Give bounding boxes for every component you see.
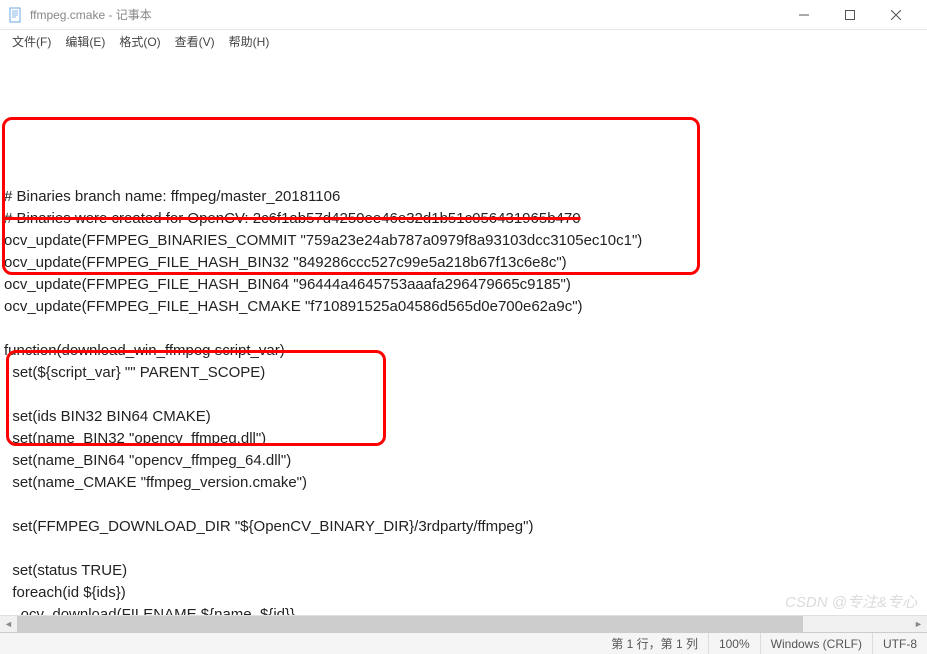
menu-format[interactable]: 格式(O): [113, 31, 166, 52]
scrollbar-track[interactable]: [17, 616, 910, 632]
scrollbar-thumb[interactable]: [17, 616, 803, 632]
titlebar: ffmpeg.cmake - 记事本: [0, 0, 927, 30]
menu-view[interactable]: 查看(V): [169, 31, 221, 52]
menu-edit[interactable]: 编辑(E): [59, 31, 111, 52]
maximize-button[interactable]: [827, 0, 873, 30]
horizontal-scrollbar[interactable]: ◄ ►: [0, 615, 927, 632]
file-content: # Binaries branch name: ffmpeg/master_20…: [4, 186, 921, 615]
status-eol: Windows (CRLF): [761, 633, 873, 654]
text-editor[interactable]: # Binaries branch name: ffmpeg/master_20…: [0, 52, 927, 615]
status-zoom: 100%: [709, 633, 761, 654]
scroll-left-icon[interactable]: ◄: [0, 616, 17, 633]
window-title: ffmpeg.cmake - 记事本: [30, 6, 781, 23]
close-button[interactable]: [873, 0, 919, 30]
menu-file[interactable]: 文件(F): [6, 31, 57, 52]
statusbar: 第 1 行，第 1 列 100% Windows (CRLF) UTF-8: [0, 632, 927, 654]
menu-help[interactable]: 帮助(H): [223, 31, 276, 52]
status-encoding: UTF-8: [873, 633, 927, 654]
menubar: 文件(F) 编辑(E) 格式(O) 查看(V) 帮助(H): [0, 30, 927, 52]
window-controls: [781, 0, 919, 30]
status-position: 第 1 行，第 1 列: [601, 633, 709, 654]
scroll-right-icon[interactable]: ►: [910, 616, 927, 633]
minimize-button[interactable]: [781, 0, 827, 30]
notepad-icon: [8, 7, 24, 23]
